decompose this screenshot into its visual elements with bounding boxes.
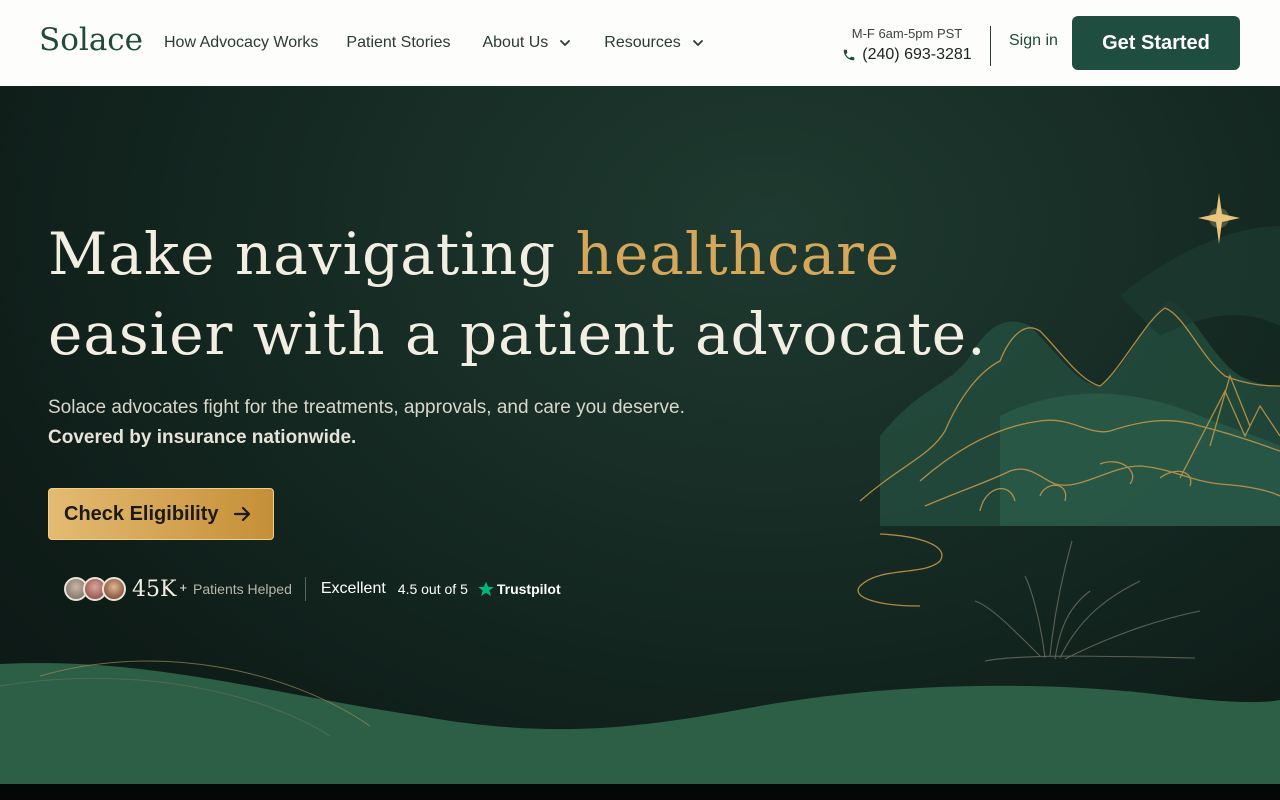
hero-subtitle: Solace advocates fight for the treatment… — [48, 397, 685, 418]
page-bottom-strip — [0, 784, 1280, 800]
nav-label: How Advocacy Works — [164, 34, 319, 51]
nav-how-advocacy-works[interactable]: How Advocacy Works — [164, 34, 318, 52]
patients-count: 45K — [132, 576, 177, 602]
rating-score: 4.5 out of 5 — [397, 581, 468, 597]
hero-section: Make navigating healthcare easier with a… — [0, 86, 1280, 784]
headline-highlight: healthcare — [575, 220, 901, 288]
chevron-down-icon — [560, 40, 571, 46]
check-eligibility-button[interactable]: Check Eligibility — [48, 488, 274, 540]
avatar-group — [64, 577, 126, 601]
rating-excellent: Excellent — [320, 580, 386, 597]
nav-patient-stories[interactable]: Patient Stories — [346, 34, 450, 52]
arrow-right-icon — [234, 506, 251, 522]
sign-in-link[interactable]: Sign in — [1009, 32, 1058, 50]
phone-number: (240) 693-3281 — [862, 46, 972, 63]
patients-helped-label: Patients Helped — [193, 581, 292, 597]
proof-divider — [304, 577, 306, 601]
trustpilot-label: Trustpilot — [496, 581, 561, 597]
trustpilot-badge[interactable]: Trustpilot — [477, 580, 561, 598]
top-navigation: Solace How Advocacy Works Patient Storie… — [0, 0, 1280, 86]
hero-headline: Make navigating healthcare easier with a… — [48, 214, 987, 374]
nav-links: How Advocacy Works Patient Stories About… — [164, 0, 705, 86]
nav-label: Patient Stories — [346, 34, 451, 51]
hero-subtitle-bold: Covered by insurance nationwide. — [48, 427, 357, 448]
social-proof: 45K + Patients Helped Excellent 4.5 out … — [64, 574, 561, 604]
headline-part: easier with a patient advocate. — [48, 300, 987, 368]
avatar — [102, 577, 126, 601]
phone-link[interactable]: (240) 693-3281 — [826, 46, 988, 64]
get-started-button[interactable]: Get Started — [1072, 16, 1240, 70]
nav-about-us-dropdown[interactable]: About Us — [482, 34, 572, 52]
headline-part: Make navigating — [48, 220, 576, 288]
nav-divider — [990, 26, 991, 66]
nav-label: Resources — [604, 34, 681, 51]
button-label: Check Eligibility — [64, 502, 219, 525]
solace-logo[interactable]: Solace — [39, 22, 143, 58]
nav-resources-dropdown[interactable]: Resources — [604, 34, 704, 52]
phone-icon — [844, 49, 855, 61]
patients-count-plus: + — [179, 579, 188, 595]
trustpilot-star-icon — [477, 581, 494, 597]
nav-label: About Us — [482, 34, 549, 51]
chevron-down-icon — [692, 40, 703, 46]
support-hours: M-F 6am-5pm PST — [851, 26, 963, 41]
